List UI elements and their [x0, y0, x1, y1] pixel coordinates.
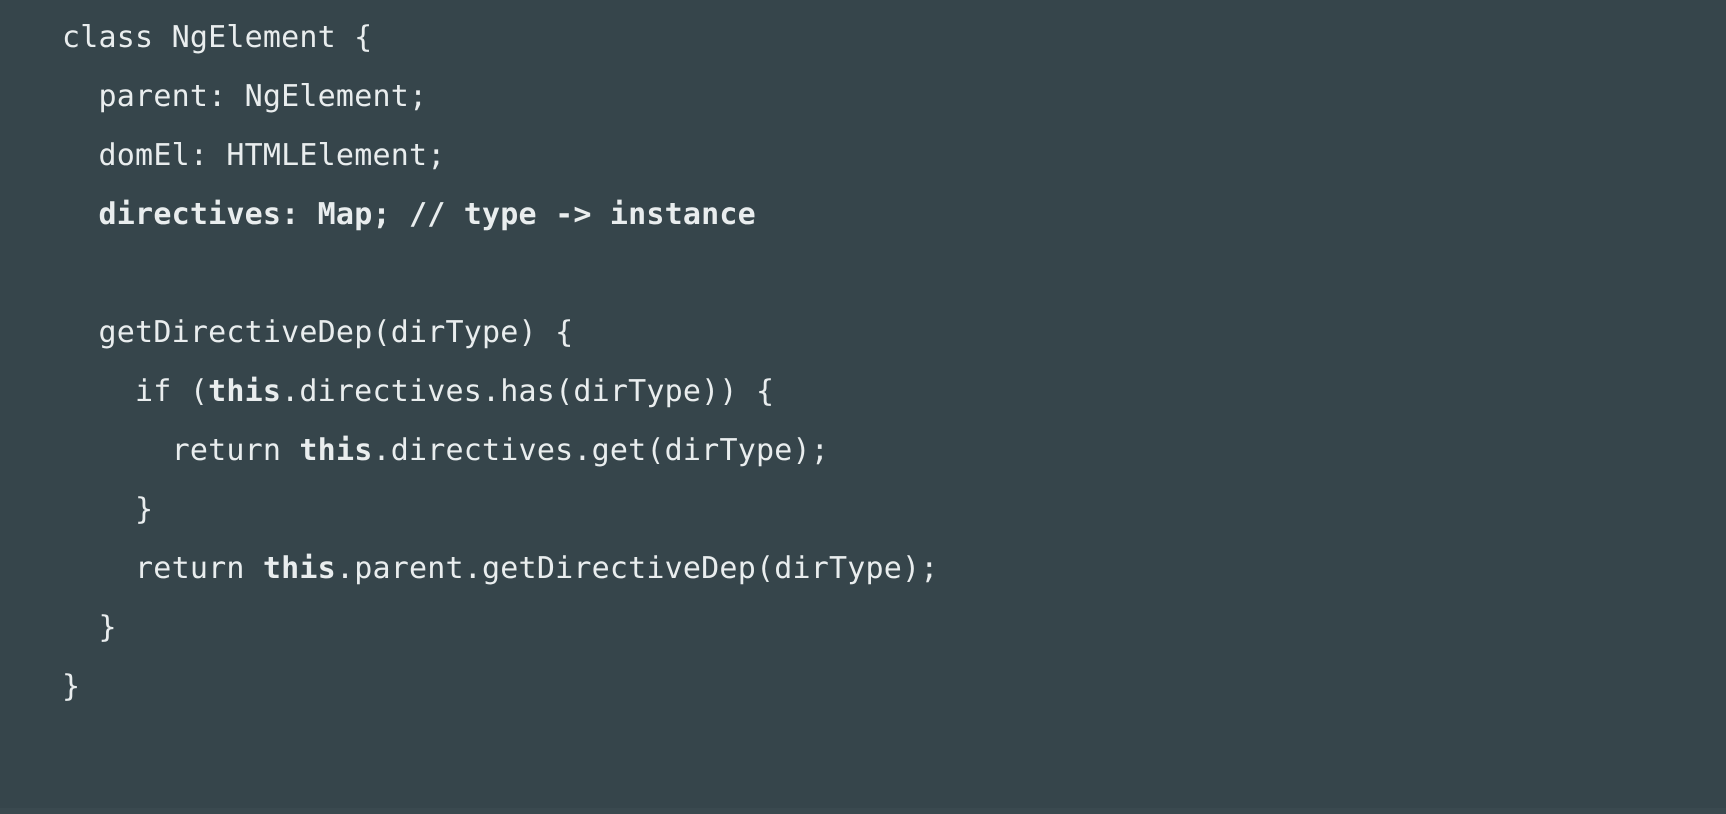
code-token: if ( [135, 374, 209, 409]
code-token: } [135, 492, 154, 527]
code-line: class NgElement { [0, 8, 1726, 67]
code-token: .parent.getDirectiveDep(dirType); [335, 551, 939, 586]
code-lines-container: class NgElement { parent: NgElement; dom… [0, 8, 1726, 716]
code-line: return this.directives.get(dirType); [0, 421, 1726, 480]
code-token-emphasis: this [208, 374, 282, 409]
code-token: } [62, 669, 81, 704]
code-line: parent: NgElement; [0, 67, 1726, 126]
code-surface: class NgElement { parent: NgElement; dom… [0, 0, 1726, 814]
code-line: getDirectiveDep(dirType) { [0, 303, 1726, 362]
code-token: .directives.has(dirType)) { [281, 374, 775, 409]
code-token: } [98, 610, 117, 645]
code-token: .directives.get(dirType); [372, 433, 830, 468]
code-token: domEl: HTMLElement; [98, 138, 446, 173]
code-token: class NgElement { [62, 20, 373, 55]
code-token-emphasis: directives: Map; // type -> instance [98, 197, 756, 232]
code-line: if (this.directives.has(dirType)) { [0, 362, 1726, 421]
code-token: getDirectiveDep(dirType) { [98, 315, 574, 350]
code-block[interactable]: class NgElement { parent: NgElement; dom… [0, 8, 1726, 716]
code-token-emphasis: this [299, 433, 373, 468]
code-line: } [0, 480, 1726, 539]
code-token-emphasis: this [262, 551, 336, 586]
code-line: directives: Map; // type -> instance [0, 185, 1726, 244]
code-token: return [135, 551, 263, 586]
code-line: return this.parent.getDirectiveDep(dirTy… [0, 539, 1726, 598]
code-line: } [0, 598, 1726, 657]
code-line: } [0, 657, 1726, 716]
code-line: domEl: HTMLElement; [0, 126, 1726, 185]
bottom-edge-strip [0, 808, 1726, 814]
code-token: return [171, 433, 300, 468]
code-token: parent: NgElement; [98, 79, 428, 114]
